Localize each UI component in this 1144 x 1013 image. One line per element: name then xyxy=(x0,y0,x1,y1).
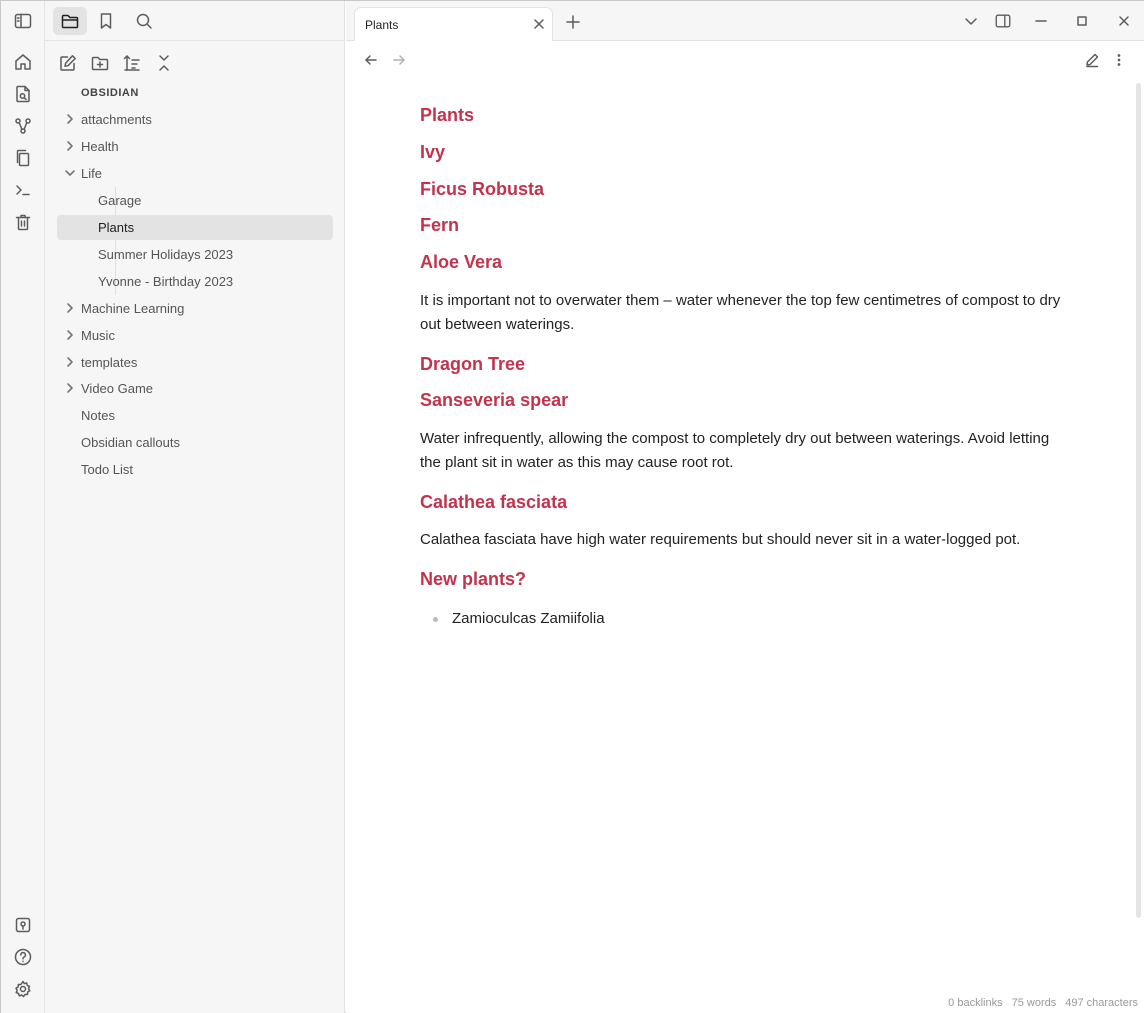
tree-item-label: Machine Learning xyxy=(81,301,185,316)
tab-list-chevron-down-icon[interactable] xyxy=(962,12,980,30)
more-options-icon[interactable] xyxy=(1110,51,1128,69)
bookmark-icon[interactable] xyxy=(89,7,123,35)
new-note-icon[interactable] xyxy=(56,51,80,75)
word-count: 75 words xyxy=(1011,997,1057,1009)
chevron-down-icon xyxy=(64,167,76,179)
chevron-right-icon xyxy=(64,113,76,125)
paragraph-sanseveria: Water infrequently, allowing the compost… xyxy=(420,430,1050,471)
sidebar-tab-header xyxy=(45,1,345,41)
right-sidebar-toggle-icon[interactable] xyxy=(994,12,1012,30)
folder-attachments[interactable]: attachments xyxy=(57,107,333,132)
folder-video-game[interactable]: Video Game xyxy=(57,376,333,401)
left-ribbon xyxy=(1,1,45,1013)
chevron-right-icon xyxy=(64,140,76,152)
folder-icon[interactable] xyxy=(53,7,87,35)
list-item: Zamioculcas Zamiifolia xyxy=(452,610,605,627)
heading-ficus-robusta: Ficus Robusta xyxy=(420,179,545,199)
character-count: 497 characters xyxy=(1065,997,1138,1009)
heading-calathea-fasciata: Calathea fasciata xyxy=(420,492,568,512)
tree-item-label: Video Game xyxy=(81,381,154,396)
files-icon[interactable] xyxy=(11,146,35,170)
tree-item-label: Health xyxy=(81,139,119,154)
paragraph-aloe-vera: It is important not to overwater them – … xyxy=(420,292,1061,333)
tree-item-label: Garage xyxy=(98,193,142,208)
heading-sanseveria-spear: Sanseveria spear xyxy=(420,390,569,410)
file-yvonne-birthday-2023[interactable]: Yvonne - Birthday 2023 xyxy=(57,269,333,294)
folder-music[interactable]: Music xyxy=(57,323,333,348)
tab-bar: Plants xyxy=(346,1,1144,41)
close-tab-icon[interactable] xyxy=(532,17,546,31)
tree-item-label: Notes xyxy=(81,408,115,423)
tree-item-label: Music xyxy=(81,328,115,343)
heading-fern: Fern xyxy=(420,215,460,235)
chevron-right-icon xyxy=(64,302,76,314)
tree-item-label: attachments xyxy=(81,112,152,127)
sidebar-toggle-icon[interactable] xyxy=(11,9,35,33)
tab-title: Plants xyxy=(365,18,399,32)
folder-health[interactable]: Health xyxy=(57,134,333,159)
tree-item-label: Todo List xyxy=(81,462,134,477)
back-arrow-icon[interactable] xyxy=(362,51,380,69)
heading-dragon-tree: Dragon Tree xyxy=(420,354,526,374)
tree-item-label: Life xyxy=(81,166,102,181)
editor-pane: Plants Plants Ivy Ficus Robusta Fern Alo… xyxy=(346,1,1144,1013)
settings-icon[interactable] xyxy=(11,977,35,1001)
folder-life[interactable]: Life xyxy=(57,161,333,186)
file-notes[interactable]: Notes xyxy=(57,403,333,428)
tree-item-label: Yvonne - Birthday 2023 xyxy=(98,274,234,289)
file-explorer-sidebar: OBSIDIAN attachments Health Life Garage … xyxy=(45,1,345,1013)
folder-templates[interactable]: templates xyxy=(57,350,333,375)
bullet-marker xyxy=(433,617,438,622)
new-folder-icon[interactable] xyxy=(88,51,112,75)
chevron-right-icon xyxy=(64,329,76,341)
collapse-all-icon[interactable] xyxy=(152,51,176,75)
tree-item-label: Obsidian callouts xyxy=(81,435,180,450)
tree-item-label: Plants xyxy=(98,220,135,235)
app-window: OBSIDIAN attachments Health Life Garage … xyxy=(0,0,1144,1013)
status-bar: 0 backlinks 75 words 497 characters xyxy=(948,997,1138,1009)
minimize-icon[interactable] xyxy=(1032,12,1050,30)
file-plants[interactable]: Plants xyxy=(57,215,333,240)
graph-icon[interactable] xyxy=(11,114,35,138)
help-icon[interactable] xyxy=(11,945,35,969)
home-icon[interactable] xyxy=(11,50,35,74)
file-obsidian-callouts[interactable]: Obsidian callouts xyxy=(57,430,333,455)
trash-icon[interactable] xyxy=(11,210,35,234)
heading-aloe-vera: Aloe Vera xyxy=(420,252,503,272)
vault-name: OBSIDIAN xyxy=(81,87,139,99)
view-header xyxy=(346,42,1144,78)
edit-pencil-icon[interactable] xyxy=(1083,51,1101,69)
paragraph-calathea: Calathea fasciata have high water requir… xyxy=(420,531,1021,548)
heading-new-plants: New plants? xyxy=(420,569,527,589)
backlinks-count[interactable]: 0 backlinks xyxy=(948,997,1002,1009)
file-garage[interactable]: Garage xyxy=(57,188,333,213)
folder-machine-learning[interactable]: Machine Learning xyxy=(57,296,333,321)
heading-ivy: Ivy xyxy=(420,142,446,162)
window-close-icon[interactable] xyxy=(1115,12,1133,30)
file-summer-holidays-2023[interactable]: Summer Holidays 2023 xyxy=(57,242,333,267)
tab-plants[interactable]: Plants xyxy=(354,7,553,41)
forward-arrow-icon[interactable] xyxy=(390,51,408,69)
tree-item-label: templates xyxy=(81,355,138,370)
vault-switcher-icon[interactable] xyxy=(11,913,35,937)
editor-scrollbar[interactable] xyxy=(1136,83,1141,918)
search-icon[interactable] xyxy=(127,7,161,35)
maximize-icon[interactable] xyxy=(1073,12,1091,30)
sort-icon[interactable] xyxy=(120,51,144,75)
terminal-icon[interactable] xyxy=(11,178,35,202)
file-search-icon[interactable] xyxy=(11,82,35,106)
tree-item-label: Summer Holidays 2023 xyxy=(98,247,234,262)
chevron-right-icon xyxy=(64,356,76,368)
heading-plants: Plants xyxy=(420,105,475,125)
new-tab-icon[interactable] xyxy=(565,14,581,30)
chevron-right-icon xyxy=(64,382,76,394)
file-todo-list[interactable]: Todo List xyxy=(57,457,333,482)
